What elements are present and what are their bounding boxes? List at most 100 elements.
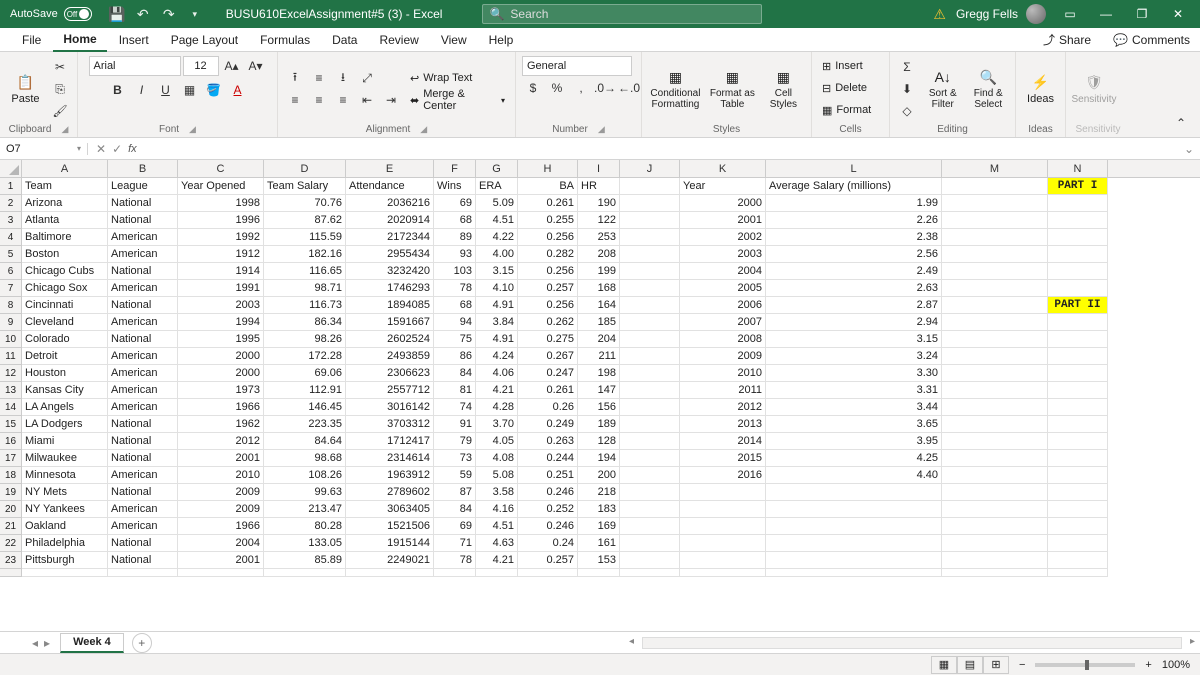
fill-color-icon[interactable]: 🪣 (203, 80, 225, 100)
cell[interactable] (1048, 212, 1108, 229)
cell[interactable]: American (108, 467, 178, 484)
cell[interactable]: NY Yankees (22, 501, 108, 518)
cell[interactable]: 0.24 (518, 535, 578, 552)
tab-file[interactable]: File (12, 28, 51, 52)
row-header[interactable]: 22 (0, 535, 22, 552)
cell[interactable] (1048, 399, 1108, 416)
cell[interactable]: 1962 (178, 416, 264, 433)
cell[interactable]: ERA (476, 178, 518, 195)
row-header[interactable]: 20 (0, 501, 22, 518)
cell[interactable]: 2003 (178, 297, 264, 314)
cell[interactable]: 1966 (178, 518, 264, 535)
cell[interactable]: 2493859 (346, 348, 434, 365)
minimize-icon[interactable]: — (1088, 0, 1124, 28)
cell[interactable] (680, 535, 766, 552)
cell[interactable] (1048, 246, 1108, 263)
cell[interactable]: 1995 (178, 331, 264, 348)
cell[interactable] (620, 416, 680, 433)
cell[interactable]: 122 (578, 212, 620, 229)
font-name-select[interactable]: Arial (89, 56, 181, 76)
cell[interactable]: 2602524 (346, 331, 434, 348)
row-header[interactable]: 4 (0, 229, 22, 246)
underline-icon[interactable]: U (155, 80, 177, 100)
close-icon[interactable]: ✕ (1160, 0, 1196, 28)
column-header[interactable]: C (178, 160, 264, 177)
clear-icon[interactable]: ◇ (896, 101, 918, 121)
cell[interactable]: Minnesota (22, 467, 108, 484)
orientation-icon[interactable]: ⤢ (356, 68, 378, 88)
cell[interactable] (942, 263, 1048, 280)
cell[interactable]: 2012 (178, 433, 264, 450)
copy-icon[interactable]: ⎘ (49, 79, 71, 99)
cell[interactable]: 69.06 (264, 365, 346, 382)
cell[interactable] (942, 365, 1048, 382)
cell[interactable]: American (108, 382, 178, 399)
cell[interactable]: LA Angels (22, 399, 108, 416)
row-header[interactable]: 18 (0, 467, 22, 484)
cell[interactable]: 3.70 (476, 416, 518, 433)
cell[interactable]: PART II (1048, 297, 1108, 314)
tab-view[interactable]: View (431, 28, 477, 52)
zoom-out-icon[interactable]: − (1019, 659, 1025, 671)
cell[interactable]: 1.99 (766, 195, 942, 212)
cell[interactable]: 3.44 (766, 399, 942, 416)
cell[interactable] (942, 399, 1048, 416)
cell[interactable]: 3.24 (766, 348, 942, 365)
column-header[interactable]: N (1048, 160, 1108, 177)
cell[interactable]: 73 (434, 450, 476, 467)
cell[interactable] (1048, 348, 1108, 365)
cell[interactable]: 2020914 (346, 212, 434, 229)
cell[interactable]: 112.91 (264, 382, 346, 399)
cell[interactable]: 146.45 (264, 399, 346, 416)
cell[interactable]: 164 (578, 297, 620, 314)
cell[interactable]: 0.263 (518, 433, 578, 450)
enter-formula-icon[interactable]: ✓ (112, 142, 122, 156)
cell[interactable]: 78 (434, 280, 476, 297)
cell[interactable] (942, 246, 1048, 263)
cell[interactable]: 182.16 (264, 246, 346, 263)
cell[interactable]: 153 (578, 552, 620, 569)
cell[interactable]: 2306623 (346, 365, 434, 382)
cell[interactable]: 4.91 (476, 297, 518, 314)
cell[interactable]: Miami (22, 433, 108, 450)
cell[interactable] (620, 212, 680, 229)
increase-font-icon[interactable]: A▴ (221, 56, 243, 76)
font-size-select[interactable]: 12 (183, 56, 219, 76)
cell[interactable]: 161 (578, 535, 620, 552)
cell[interactable]: 185 (578, 314, 620, 331)
cell[interactable]: 2009 (178, 484, 264, 501)
cell[interactable]: 68 (434, 297, 476, 314)
cell[interactable]: 2036216 (346, 195, 434, 212)
delete-cells-button[interactable]: ⊟Delete (818, 78, 871, 98)
cell[interactable]: 0.275 (518, 331, 578, 348)
cell[interactable]: 69 (434, 518, 476, 535)
cell[interactable] (1048, 229, 1108, 246)
collapse-ribbon-icon[interactable]: ⌃ (1170, 113, 1192, 133)
row-header[interactable]: 9 (0, 314, 22, 331)
next-sheet-icon[interactable]: ▸ (44, 636, 50, 650)
cell[interactable]: National (108, 416, 178, 433)
cell[interactable]: Attendance (346, 178, 434, 195)
cell[interactable] (1048, 467, 1108, 484)
cell[interactable] (1048, 484, 1108, 501)
cell[interactable]: 3063405 (346, 501, 434, 518)
cell[interactable]: American (108, 501, 178, 518)
column-header[interactable]: J (620, 160, 680, 177)
cell-styles-button[interactable]: ▦Cell Styles (762, 68, 805, 110)
cell[interactable]: 86.34 (264, 314, 346, 331)
cell[interactable]: National (108, 212, 178, 229)
cell[interactable]: Colorado (22, 331, 108, 348)
tab-help[interactable]: Help (479, 28, 524, 52)
cell[interactable]: HR (578, 178, 620, 195)
cell[interactable]: 2172344 (346, 229, 434, 246)
borders-icon[interactable]: ▦ (179, 80, 201, 100)
cell[interactable] (620, 195, 680, 212)
cell[interactable]: 4.24 (476, 348, 518, 365)
worksheet-grid[interactable]: ABCDEFGHIJKLMN 1TeamLeagueYear OpenedTea… (0, 160, 1200, 631)
cell[interactable]: 4.22 (476, 229, 518, 246)
cell[interactable] (680, 552, 766, 569)
cell[interactable]: 89 (434, 229, 476, 246)
cell[interactable]: Team (22, 178, 108, 195)
row-header[interactable]: 14 (0, 399, 22, 416)
row-header[interactable]: 17 (0, 450, 22, 467)
